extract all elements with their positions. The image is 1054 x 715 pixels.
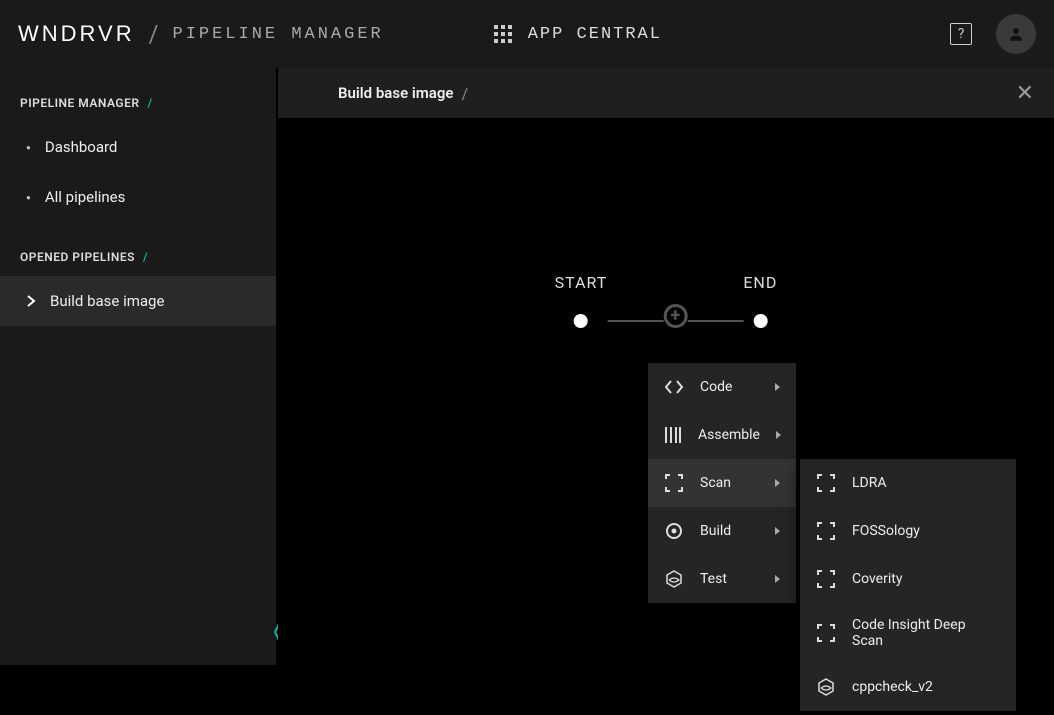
chevron-right-icon — [775, 479, 780, 487]
sidebar-section-opened-pipelines: OPENED PIPELINES/ — [0, 222, 276, 276]
bullet-icon: ● — [26, 193, 31, 202]
menu-item-label: Build — [700, 523, 731, 539]
start-node[interactable]: START — [555, 273, 608, 328]
chevron-right-icon — [775, 383, 780, 391]
main-panel: Build base image / ✕ START + END — [278, 68, 1054, 665]
submenu-item-code-insight-deep-scan[interactable]: Code Insight Deep Scan — [800, 603, 1016, 663]
submenu-item-coverity[interactable]: Coverity — [800, 555, 1016, 603]
menu-item-label: Test — [700, 571, 727, 587]
menu-item-build[interactable]: Build — [648, 507, 796, 555]
node-circle-icon — [753, 314, 767, 328]
app-header: WNDRVR / PIPELINE MANAGER APP CENTRAL ? — [0, 0, 1054, 68]
node-circle-icon — [574, 314, 588, 328]
breadcrumb-slash: / — [461, 84, 468, 103]
sidebar-item-dashboard[interactable]: ● Dashboard — [0, 122, 276, 172]
scan-icon — [816, 473, 836, 493]
submenu-item-label: LDRA — [852, 475, 887, 491]
sidebar-item-all-pipelines[interactable]: ● All pipelines — [0, 172, 276, 222]
logo-slash: / — [149, 20, 159, 48]
menu-item-test[interactable]: Test — [648, 555, 796, 603]
menu-item-label: Assemble — [698, 427, 760, 443]
app-central-button[interactable]: APP CENTRAL — [494, 25, 662, 44]
sidebar: PIPELINE MANAGER/ ● Dashboard ● All pipe… — [0, 68, 278, 665]
end-node[interactable]: END — [743, 273, 777, 328]
submenu-item-label: Code Insight Deep Scan — [852, 617, 1000, 649]
step-category-menu: Code Assemble Scan — [648, 363, 796, 603]
close-icon[interactable]: ✕ — [1016, 81, 1034, 106]
scan-icon — [664, 473, 684, 493]
menu-item-code[interactable]: Code — [648, 363, 796, 411]
build-icon — [664, 521, 684, 541]
scan-submenu: LDRA FOSSology Coverity — [800, 459, 1016, 711]
start-label: START — [555, 273, 608, 292]
menu-item-label: Scan — [700, 475, 731, 491]
menu-item-assemble[interactable]: Assemble — [648, 411, 796, 459]
sidebar-item-label: Dashboard — [45, 138, 118, 156]
submenu-item-fossology[interactable]: FOSSology — [800, 507, 1016, 555]
connector-line — [607, 320, 663, 322]
sidebar-section-pipeline-manager: PIPELINE MANAGER/ — [0, 68, 276, 122]
menu-item-scan[interactable]: Scan — [648, 459, 796, 507]
scan-icon — [816, 521, 836, 541]
submenu-item-ldra[interactable]: LDRA — [800, 459, 1016, 507]
chevron-right-icon — [775, 575, 780, 583]
chevron-right-icon — [776, 431, 781, 439]
code-icon — [664, 377, 684, 397]
sidebar-item-label: All pipelines — [45, 188, 126, 206]
submenu-item-label: cppcheck_v2 — [852, 679, 933, 695]
grid-icon — [494, 25, 512, 43]
user-avatar[interactable] — [996, 14, 1036, 54]
test-icon — [816, 677, 836, 697]
pipeline-canvas[interactable]: START + END Code — [278, 118, 1054, 715]
submenu-item-label: FOSSology — [852, 523, 920, 539]
submenu-item-label: Coverity — [852, 571, 902, 587]
header-title: PIPELINE MANAGER — [173, 25, 384, 44]
add-step-button[interactable]: + — [663, 304, 687, 328]
end-label: END — [743, 273, 777, 292]
submenu-item-cppcheck-v2[interactable]: cppcheck_v2 — [800, 663, 1016, 711]
connector-line — [687, 320, 743, 322]
test-icon — [664, 569, 684, 589]
breadcrumb-title: Build base image — [338, 84, 453, 102]
bullet-icon: ● — [26, 143, 31, 152]
sidebar-item-label: Build base image — [50, 292, 164, 310]
breadcrumb-bar: Build base image / ✕ — [278, 68, 1054, 118]
sidebar-item-build-base-image[interactable]: Build base image — [0, 276, 276, 326]
scan-icon — [816, 623, 836, 643]
scan-icon — [816, 569, 836, 589]
app-central-label: APP CENTRAL — [528, 25, 662, 44]
chevron-right-icon — [26, 295, 36, 307]
chevron-right-icon — [775, 527, 780, 535]
menu-item-label: Code — [700, 379, 732, 395]
assemble-icon — [664, 425, 682, 445]
help-icon[interactable]: ? — [950, 23, 972, 45]
logo: WNDRVR — [18, 21, 135, 47]
